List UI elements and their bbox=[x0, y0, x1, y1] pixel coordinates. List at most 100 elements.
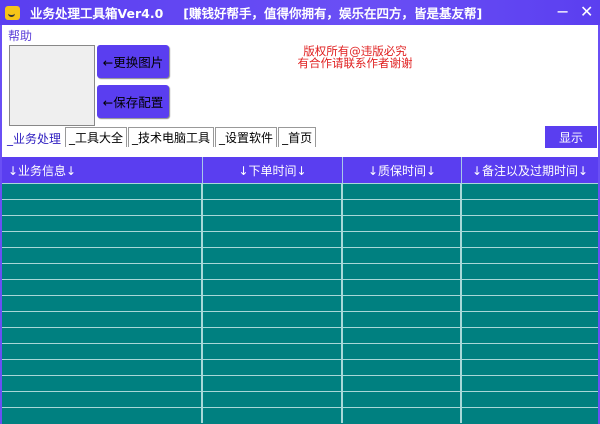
table-row[interactable] bbox=[2, 295, 598, 311]
column-header-order-time[interactable]: ↓下单时间↓ bbox=[203, 157, 343, 183]
table-cell[interactable] bbox=[203, 392, 343, 407]
table-row[interactable] bbox=[2, 279, 598, 295]
notice-line-2: 有合作请联系作者谢谢 bbox=[297, 56, 413, 70]
table-row[interactable] bbox=[2, 199, 598, 215]
title-bar: 业务处理工具箱Ver4.0 [赚钱好帮手，值得你拥有，娱乐在四方，皆是基友帮] … bbox=[0, 0, 600, 25]
table-cell[interactable] bbox=[462, 280, 598, 295]
table-cell[interactable] bbox=[343, 312, 462, 327]
table-cell[interactable] bbox=[462, 392, 598, 407]
table-cell[interactable] bbox=[343, 408, 462, 423]
table-cell[interactable] bbox=[203, 264, 343, 279]
table-cell[interactable] bbox=[203, 280, 343, 295]
table-cell[interactable] bbox=[203, 376, 343, 391]
table-cell[interactable] bbox=[2, 248, 203, 263]
table-cell[interactable] bbox=[343, 184, 462, 199]
image-preview bbox=[9, 45, 95, 126]
table-cell[interactable] bbox=[203, 184, 343, 199]
table-cell[interactable] bbox=[462, 360, 598, 375]
tab-settings[interactable]: _设置软件 bbox=[215, 127, 278, 147]
table-cell[interactable] bbox=[2, 264, 203, 279]
table-cell[interactable] bbox=[343, 360, 462, 375]
table-cell[interactable] bbox=[2, 392, 203, 407]
table-cell[interactable] bbox=[2, 344, 203, 359]
table-cell[interactable] bbox=[462, 232, 598, 247]
window-title: 业务处理工具箱Ver4.0 bbox=[30, 6, 164, 21]
table-row[interactable] bbox=[2, 343, 598, 359]
table-cell[interactable] bbox=[462, 408, 598, 423]
table-cell[interactable] bbox=[462, 200, 598, 215]
table-row[interactable] bbox=[2, 247, 598, 263]
table-row[interactable] bbox=[2, 263, 598, 279]
table-cell[interactable] bbox=[2, 280, 203, 295]
close-button[interactable]: ✕ bbox=[580, 2, 593, 21]
table-cell[interactable] bbox=[462, 296, 598, 311]
column-header-business-info[interactable]: ↓业务信息↓ bbox=[2, 157, 203, 183]
table-cell[interactable] bbox=[462, 264, 598, 279]
tab-tools[interactable]: _工具大全 bbox=[65, 127, 128, 147]
tab-business[interactable]: _业务处理 bbox=[4, 127, 65, 149]
table-row[interactable] bbox=[2, 407, 598, 423]
table-cell[interactable] bbox=[2, 408, 203, 423]
menu-help[interactable]: 帮助 bbox=[8, 27, 32, 44]
table-cell[interactable] bbox=[462, 344, 598, 359]
table-cell[interactable] bbox=[203, 248, 343, 263]
table-cell[interactable] bbox=[343, 376, 462, 391]
table-cell[interactable] bbox=[343, 248, 462, 263]
table-cell[interactable] bbox=[343, 296, 462, 311]
table-row[interactable] bbox=[2, 231, 598, 247]
table-cell[interactable] bbox=[203, 216, 343, 231]
table-header: ↓业务信息↓ ↓下单时间↓ ↓质保时间↓ ↓备注以及过期时间↓ bbox=[2, 157, 598, 183]
table-row[interactable] bbox=[2, 311, 598, 327]
table-cell[interactable] bbox=[462, 184, 598, 199]
table-cell[interactable] bbox=[343, 232, 462, 247]
table-cell[interactable] bbox=[203, 200, 343, 215]
table-cell[interactable] bbox=[203, 312, 343, 327]
column-header-notes-expiry[interactable]: ↓备注以及过期时间↓ bbox=[462, 157, 598, 183]
tab-bar: _业务处理 _工具大全 _技术电脑工具 _设置软件 _首页 bbox=[4, 127, 317, 149]
table-cell[interactable] bbox=[2, 328, 203, 343]
table-cell[interactable] bbox=[2, 296, 203, 311]
table-cell[interactable] bbox=[2, 232, 203, 247]
table-cell[interactable] bbox=[462, 216, 598, 231]
window-slogan: [赚钱好帮手，值得你拥有，娱乐在四方，皆是基友帮] bbox=[183, 6, 483, 21]
tab-tech-tools[interactable]: _技术电脑工具 bbox=[128, 127, 215, 147]
minimize-button[interactable]: − bbox=[556, 2, 569, 21]
tab-home[interactable]: _首页 bbox=[278, 127, 317, 147]
data-table[interactable]: ↓业务信息↓ ↓下单时间↓ ↓质保时间↓ ↓备注以及过期时间↓ bbox=[2, 157, 598, 424]
table-cell[interactable] bbox=[2, 376, 203, 391]
save-config-button[interactable]: ←保存配置 bbox=[97, 85, 169, 118]
table-row[interactable] bbox=[2, 215, 598, 231]
table-cell[interactable] bbox=[343, 216, 462, 231]
copyright-notice: 版权所有@违版必究 有合作请联系作者谢谢 bbox=[270, 45, 440, 69]
table-cell[interactable] bbox=[203, 328, 343, 343]
table-cell[interactable] bbox=[203, 296, 343, 311]
table-cell[interactable] bbox=[343, 280, 462, 295]
table-cell[interactable] bbox=[2, 312, 203, 327]
app-logo-icon bbox=[5, 5, 20, 20]
table-row[interactable] bbox=[2, 183, 598, 199]
table-cell[interactable] bbox=[343, 344, 462, 359]
table-cell[interactable] bbox=[462, 376, 598, 391]
table-cell[interactable] bbox=[343, 328, 462, 343]
table-cell[interactable] bbox=[462, 328, 598, 343]
table-cell[interactable] bbox=[2, 360, 203, 375]
table-cell[interactable] bbox=[343, 264, 462, 279]
table-row[interactable] bbox=[2, 391, 598, 407]
table-cell[interactable] bbox=[2, 200, 203, 215]
table-row[interactable] bbox=[2, 375, 598, 391]
table-cell[interactable] bbox=[343, 392, 462, 407]
table-row[interactable] bbox=[2, 359, 598, 375]
table-cell[interactable] bbox=[203, 360, 343, 375]
table-cell[interactable] bbox=[343, 200, 462, 215]
table-cell[interactable] bbox=[203, 344, 343, 359]
column-header-warranty-time[interactable]: ↓质保时间↓ bbox=[343, 157, 462, 183]
table-row[interactable] bbox=[2, 327, 598, 343]
table-cell[interactable] bbox=[462, 312, 598, 327]
table-cell[interactable] bbox=[2, 216, 203, 231]
change-image-button[interactable]: ←更换图片 bbox=[97, 45, 169, 78]
table-cell[interactable] bbox=[462, 248, 598, 263]
show-button[interactable]: 显示 bbox=[545, 126, 597, 148]
table-cell[interactable] bbox=[2, 184, 203, 199]
table-cell[interactable] bbox=[203, 408, 343, 423]
table-cell[interactable] bbox=[203, 232, 343, 247]
